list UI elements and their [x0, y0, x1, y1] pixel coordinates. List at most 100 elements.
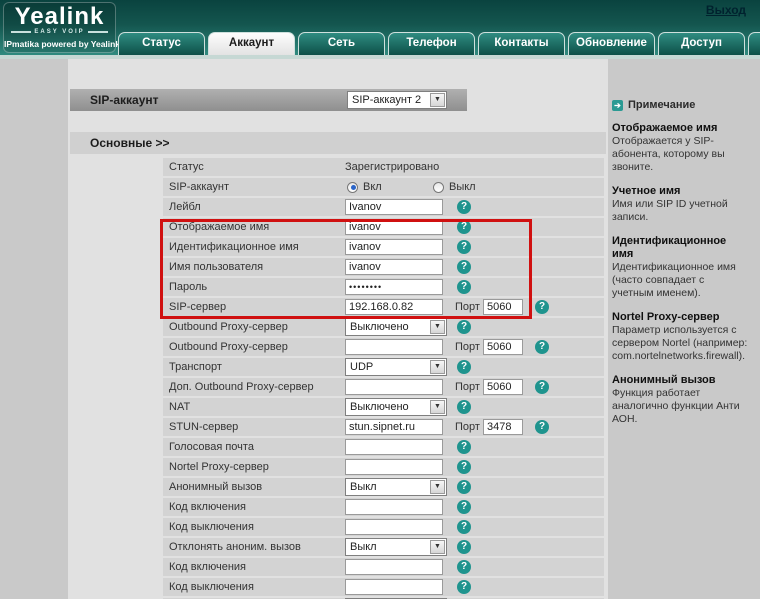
- page: Yealink EASY VOIP IPmatika powered by Ye…: [0, 0, 760, 599]
- help-icon[interactable]: ?: [457, 280, 471, 294]
- form-row-transport: ТранспортUDP▼?: [163, 358, 604, 376]
- note-item: Идентификационное имяИдентификационное и…: [612, 235, 748, 300]
- transport-select[interactable]: UDP▼: [345, 358, 447, 376]
- anonymous-off-code-input[interactable]: [345, 519, 443, 535]
- field-label: Доп. Outbound Proxy-сервер: [169, 378, 314, 396]
- form-rows: СтатусЗарегистрированоSIP-аккаунтВклВыкл…: [163, 158, 604, 599]
- sip-server-port-input[interactable]: [483, 299, 523, 315]
- help-icon[interactable]: ?: [457, 260, 471, 274]
- voice-mail-input[interactable]: [345, 439, 443, 455]
- note-title: Идентификационное имя: [612, 235, 748, 261]
- form-row-anonymous-call: Анонимный вызовВыкл▼?: [163, 478, 604, 496]
- help-icon[interactable]: ?: [457, 540, 471, 554]
- chevron-down-icon[interactable]: ▼: [430, 480, 445, 494]
- chevron-down-icon[interactable]: ▼: [430, 540, 445, 554]
- form-row-register-name: Идентификационное имя?: [163, 238, 604, 256]
- notes-panel: ➔ Примечание Отображаемое имяОтображаетс…: [612, 99, 752, 426]
- field-label: Outbound Proxy-сервер: [169, 338, 288, 356]
- tab-upgrade[interactable]: Обновление: [568, 32, 655, 55]
- logout-link[interactable]: Выход: [706, 3, 746, 17]
- tab-account[interactable]: Аккаунт: [208, 32, 295, 55]
- note-title: Nortel Proxy-сервер: [612, 311, 748, 324]
- outbound-proxy-server-port-input[interactable]: [483, 339, 523, 355]
- nortel-proxy-server-input[interactable]: [345, 459, 443, 475]
- field-label: Отображаемое имя: [169, 218, 269, 236]
- tab-status[interactable]: Статус: [118, 32, 205, 55]
- help-icon[interactable]: ?: [535, 380, 549, 394]
- outbound-proxy-server-input[interactable]: [345, 339, 443, 355]
- note-arrow-icon: ➔: [612, 100, 623, 111]
- label-input[interactable]: [345, 199, 443, 215]
- select-value: UDP: [346, 361, 430, 373]
- anonymous-call-select[interactable]: Выкл▼: [345, 478, 447, 496]
- notes-header: ➔ Примечание: [612, 99, 752, 111]
- logo: Yealink EASY VOIP IPmatika powered by Ye…: [3, 2, 116, 53]
- chevron-down-icon[interactable]: ▼: [430, 360, 445, 374]
- radio-label: Выкл: [449, 178, 476, 196]
- help-icon[interactable]: ?: [457, 240, 471, 254]
- notes-list: Отображаемое имяОтображается у SIP-абоне…: [612, 122, 752, 426]
- help-icon[interactable]: ?: [457, 320, 471, 334]
- help-icon[interactable]: ?: [535, 420, 549, 434]
- outbound-proxy-enable-select[interactable]: Выключено▼: [345, 318, 447, 336]
- register-name-input[interactable]: [345, 239, 443, 255]
- stun-server-port-input[interactable]: [483, 419, 523, 435]
- display-name-input[interactable]: [345, 219, 443, 235]
- nat-select[interactable]: Выключено▼: [345, 398, 447, 416]
- radio-option-off[interactable]: Выкл: [433, 178, 476, 196]
- field-label: Лейбл: [169, 198, 201, 216]
- tab-extra-partial[interactable]: [748, 32, 760, 55]
- field-label: Nortel Proxy-сервер: [169, 458, 269, 476]
- form-row-user-name: Имя пользователя?: [163, 258, 604, 276]
- radio-circle[interactable]: [347, 182, 358, 193]
- form-row-anonymous-off-code: Код выключения?: [163, 518, 604, 536]
- help-icon[interactable]: ?: [457, 560, 471, 574]
- chevron-down-icon[interactable]: ▼: [430, 400, 445, 414]
- stun-server-input[interactable]: [345, 419, 443, 435]
- help-icon[interactable]: ?: [457, 480, 471, 494]
- help-icon[interactable]: ?: [535, 340, 549, 354]
- help-icon[interactable]: ?: [457, 440, 471, 454]
- section-bar-basic[interactable]: Основные >>: [70, 132, 606, 154]
- field-label: SIP-сервер: [169, 298, 226, 316]
- form-row-outbound-proxy-enable: Outbound Proxy-сервер Выключено▼?: [163, 318, 604, 336]
- help-icon[interactable]: ?: [457, 200, 471, 214]
- tab-phone[interactable]: Телефон: [388, 32, 475, 55]
- backup-outbound-proxy-port-input[interactable]: [483, 379, 523, 395]
- help-icon[interactable]: ?: [457, 460, 471, 474]
- help-icon[interactable]: ?: [457, 360, 471, 374]
- reject-anonymous-call-select[interactable]: Выкл▼: [345, 538, 447, 556]
- help-icon[interactable]: ?: [457, 400, 471, 414]
- radio-circle[interactable]: [433, 182, 444, 193]
- anonymous-on-code-input[interactable]: [345, 499, 443, 515]
- field-label: Outbound Proxy-сервер: [169, 318, 288, 336]
- brand-text: Yealink: [4, 4, 115, 29]
- chevron-down-icon[interactable]: ▼: [430, 320, 445, 334]
- reject-on-code-input[interactable]: [345, 559, 443, 575]
- user-name-input[interactable]: [345, 259, 443, 275]
- tab-network[interactable]: Сеть: [298, 32, 385, 55]
- sip-account-select[interactable]: SIP-аккаунт 2 ▼: [347, 91, 447, 109]
- help-icon[interactable]: ?: [457, 220, 471, 234]
- password-input[interactable]: [345, 279, 443, 295]
- radio-option-on[interactable]: Вкл: [347, 178, 382, 196]
- backup-outbound-proxy-input[interactable]: [345, 379, 443, 395]
- main-panel: SIP-аккаунт SIP-аккаунт 2 ▼ Основные >> …: [68, 59, 608, 599]
- tab-security[interactable]: Доступ: [658, 32, 745, 55]
- form-row-outbound-proxy-server: Outbound Proxy-серверПорт?: [163, 338, 604, 356]
- reject-off-code-input[interactable]: [345, 579, 443, 595]
- port-label: Порт: [455, 378, 480, 396]
- form-row-nat: NATВыключено▼?: [163, 398, 604, 416]
- note-body: Идентификационное имя (часто совпадает с…: [612, 261, 748, 300]
- note-title: Анонимный вызов: [612, 374, 748, 387]
- sip-server-input[interactable]: [345, 299, 443, 315]
- tab-contacts[interactable]: Контакты: [478, 32, 565, 55]
- help-icon[interactable]: ?: [457, 580, 471, 594]
- section-bar-label: Основные >>: [90, 132, 169, 154]
- header: Yealink EASY VOIP IPmatika powered by Ye…: [0, 0, 760, 55]
- form-row-reject-on-code: Код включения?: [163, 558, 604, 576]
- help-icon[interactable]: ?: [457, 520, 471, 534]
- chevron-down-icon[interactable]: ▼: [430, 93, 445, 107]
- help-icon[interactable]: ?: [535, 300, 549, 314]
- help-icon[interactable]: ?: [457, 500, 471, 514]
